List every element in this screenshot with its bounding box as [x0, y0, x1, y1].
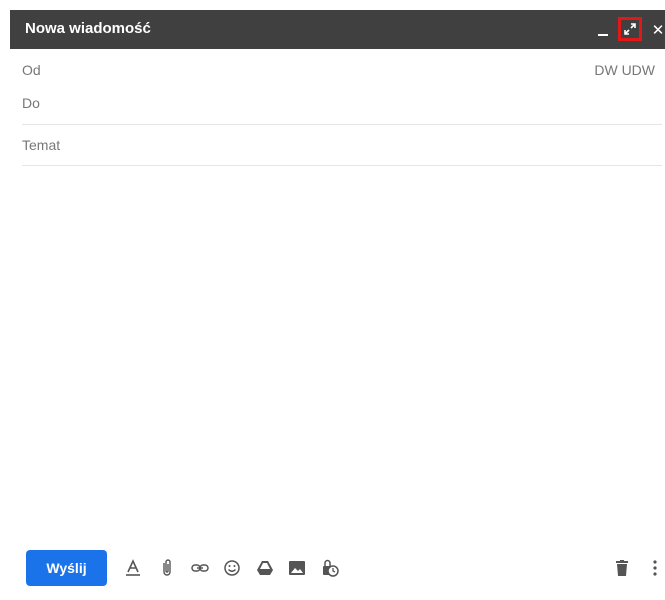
expand-icon	[624, 23, 636, 35]
discard-button[interactable]	[612, 558, 632, 578]
confidential-mode-button[interactable]	[320, 558, 340, 578]
emoji-icon	[224, 560, 240, 576]
photo-icon	[289, 561, 305, 575]
bcc-link[interactable]: UDW	[622, 62, 655, 78]
attach-button[interactable]	[157, 558, 177, 578]
compose-title: Nowa wiadomość	[25, 20, 151, 37]
close-button[interactable]: ✕	[648, 10, 665, 49]
format-text-icon	[126, 559, 140, 576]
insert-photo-button[interactable]	[287, 558, 307, 578]
message-body[interactable]	[22, 170, 662, 540]
minimize-icon	[598, 33, 608, 36]
insert-link-button[interactable]	[190, 558, 210, 578]
to-field[interactable]: Do	[22, 95, 662, 111]
close-icon: ✕	[651, 21, 665, 39]
compose-toolbar: Wyślij	[0, 546, 665, 600]
format-text-button[interactable]	[123, 558, 143, 578]
trash-icon	[616, 560, 628, 576]
emoji-button[interactable]	[222, 558, 242, 578]
link-icon	[191, 564, 209, 572]
minimize-button[interactable]	[593, 10, 613, 49]
compose-header: Nowa wiadomość ✕	[10, 10, 665, 49]
more-options-icon	[653, 560, 657, 576]
cc-bcc-links: DW UDW	[594, 62, 655, 78]
fullscreen-button[interactable]	[618, 17, 642, 41]
divider	[22, 124, 662, 125]
attach-icon	[163, 559, 171, 576]
send-button[interactable]: Wyślij	[26, 550, 107, 586]
drive-button[interactable]	[255, 558, 275, 578]
more-options-button[interactable]	[645, 558, 665, 578]
subject-field[interactable]: Temat	[22, 137, 662, 153]
divider	[22, 165, 662, 166]
cc-link[interactable]: DW	[594, 62, 617, 78]
drive-icon	[257, 561, 273, 575]
confidential-icon	[323, 559, 339, 577]
from-field[interactable]: Od	[22, 62, 662, 78]
